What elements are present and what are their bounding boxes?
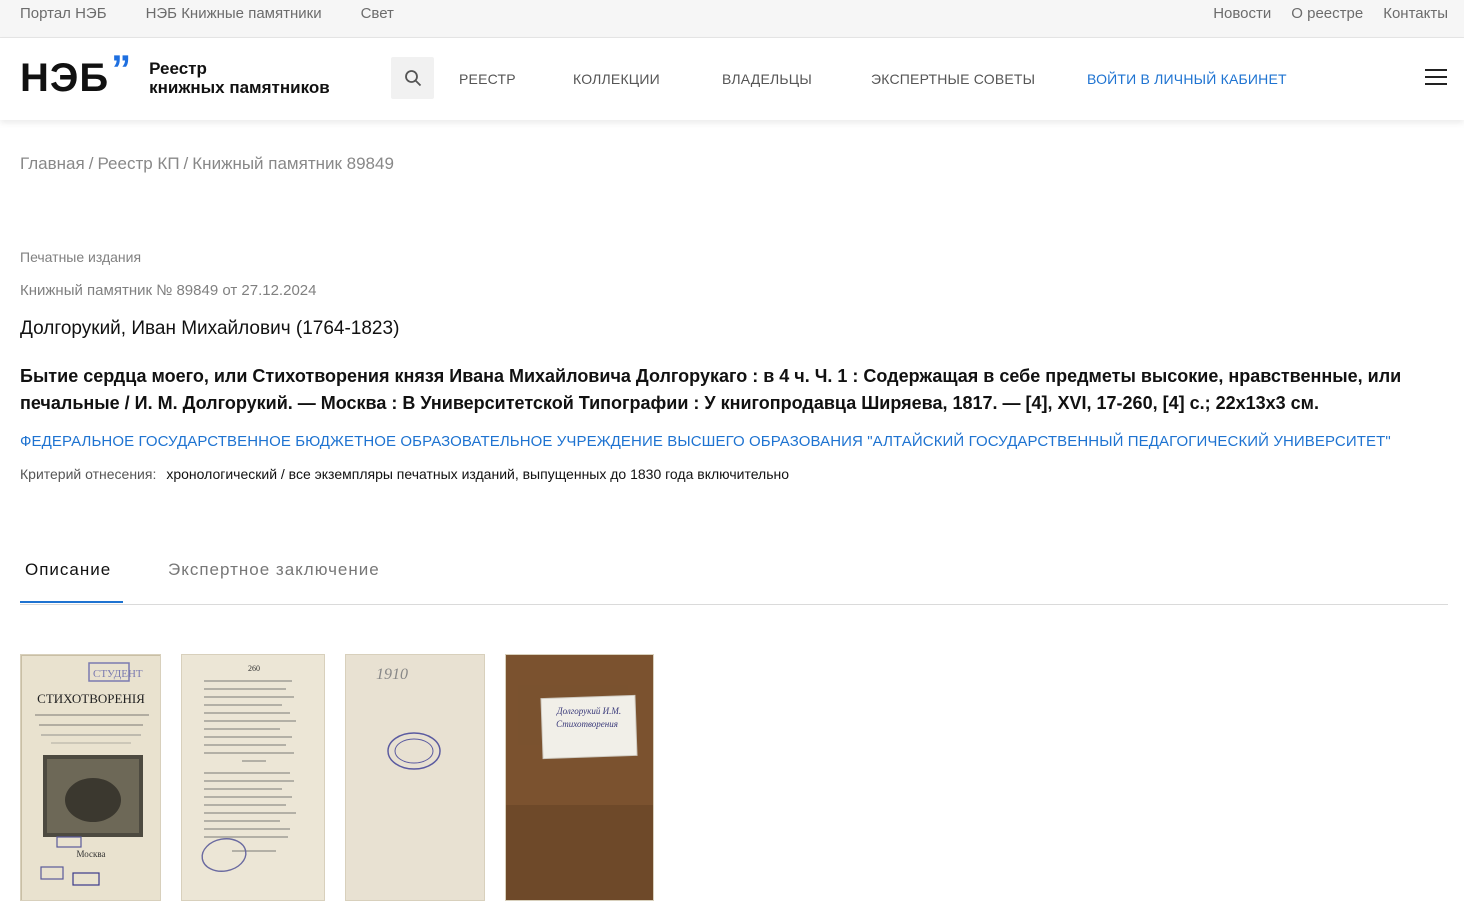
hamburger-menu-icon[interactable] [1425, 69, 1447, 87]
search-button[interactable] [391, 57, 434, 99]
breadcrumb-separator: / [183, 154, 189, 173]
logo-line-1: Реестр [149, 59, 207, 78]
record-author: Долгорукий, Иван Михайлович (1764-1823) [20, 318, 400, 339]
site-logo[interactable]: НЭБ ” Реестр книжных памятников [20, 50, 330, 100]
record-tabs: Описание Экспертное заключение [20, 558, 1448, 605]
logo-text: Реестр книжных памятников [149, 59, 330, 97]
criterion-value: хронологический / все экземпляры печатны… [166, 466, 790, 482]
link-svet[interactable]: Свет [361, 5, 394, 22]
record-criterion: Критерий отнесения: хронологический / все… [20, 466, 789, 482]
logo-quote-mark: ” [111, 48, 132, 92]
breadcrumb-home[interactable]: Главная [20, 154, 85, 173]
nav-login[interactable]: ВОЙТИ В ЛИЧНЫЙ КАБИНЕТ [1087, 71, 1287, 87]
thumbnail-title-text: СТИХОТВОРЕНІЯ [37, 691, 145, 706]
logo-mark: НЭБ [20, 56, 110, 100]
search-icon [404, 70, 421, 87]
logo-line-2: книжных памятников [149, 78, 330, 97]
link-news[interactable]: Новости [1213, 5, 1271, 22]
thumbnail-title-page[interactable]: СТУДЕНТ СТИХОТВОРЕНІЯ Москва [20, 654, 161, 901]
thumbnail-cover[interactable]: Долгорукий И.М. Стихотворения [505, 654, 654, 901]
nav-registry[interactable]: РЕЕСТР [459, 71, 516, 87]
record-owner-link[interactable]: ФЕДЕРАЛЬНОЕ ГОСУДАРСТВЕННОЕ БЮДЖЕТНОЕ ОБ… [20, 433, 1391, 450]
criterion-label: Критерий отнесения: [20, 466, 157, 482]
thumbnail-text-page[interactable]: 260 [181, 654, 325, 901]
record-monument-number: Книжный памятник № 89849 от 27.12.2024 [20, 282, 317, 299]
breadcrumb: Главная / Реестр КП / Книжный памятник 89849 [20, 154, 394, 174]
thumbnail-inventory-number: 1910 [376, 666, 408, 683]
breadcrumb-current: Книжный памятник 89849 [192, 154, 394, 173]
svg-text:СТУДЕНТ: СТУДЕНТ [93, 668, 143, 680]
record-category: Печатные издания [20, 249, 142, 265]
record-title: Бытие сердца моего, или Стихотворения кн… [20, 366, 1402, 413]
breadcrumb-separator: / [88, 154, 94, 173]
nav-expert-councils[interactable]: ЭКСПЕРТНЫЕ СОВЕТЫ [871, 71, 1035, 87]
thumbnail-page-number: 260 [248, 664, 260, 673]
link-neb-book-monuments[interactable]: НЭБ Книжные памятники [146, 5, 322, 22]
thumbnail-label-line-1: Долгорукий И.М. [556, 706, 621, 716]
nav-owners[interactable]: ВЛАДЕЛЬЦЫ [722, 71, 812, 87]
main-header: НЭБ ” Реестр книжных памятников РЕЕСТР К… [0, 38, 1464, 120]
link-neb-portal[interactable]: Портал НЭБ [20, 5, 107, 22]
tab-expert-conclusion[interactable]: Экспертное заключение [168, 560, 380, 580]
tab-description[interactable]: Описание [25, 560, 111, 580]
nav-collections[interactable]: КОЛЛЕКЦИИ [573, 71, 660, 87]
thumbnail-blank-page[interactable]: 1910 [345, 654, 485, 901]
active-tab-indicator [20, 601, 123, 603]
thumbnail-city-text: Москва [77, 849, 106, 859]
link-about-registry[interactable]: О реестре [1291, 5, 1363, 22]
thumbnail-label-line-2: Стихотворения [556, 719, 618, 729]
topbar-right-links: Новости О реестре Контакты [1213, 5, 1448, 22]
link-contacts[interactable]: Контакты [1383, 5, 1448, 22]
topbar-left-links: Портал НЭБ НЭБ Книжные памятники Свет [20, 5, 394, 22]
top-utility-bar: Портал НЭБ НЭБ Книжные памятники Свет Но… [0, 0, 1464, 38]
breadcrumb-registry[interactable]: Реестр КП [97, 154, 179, 173]
